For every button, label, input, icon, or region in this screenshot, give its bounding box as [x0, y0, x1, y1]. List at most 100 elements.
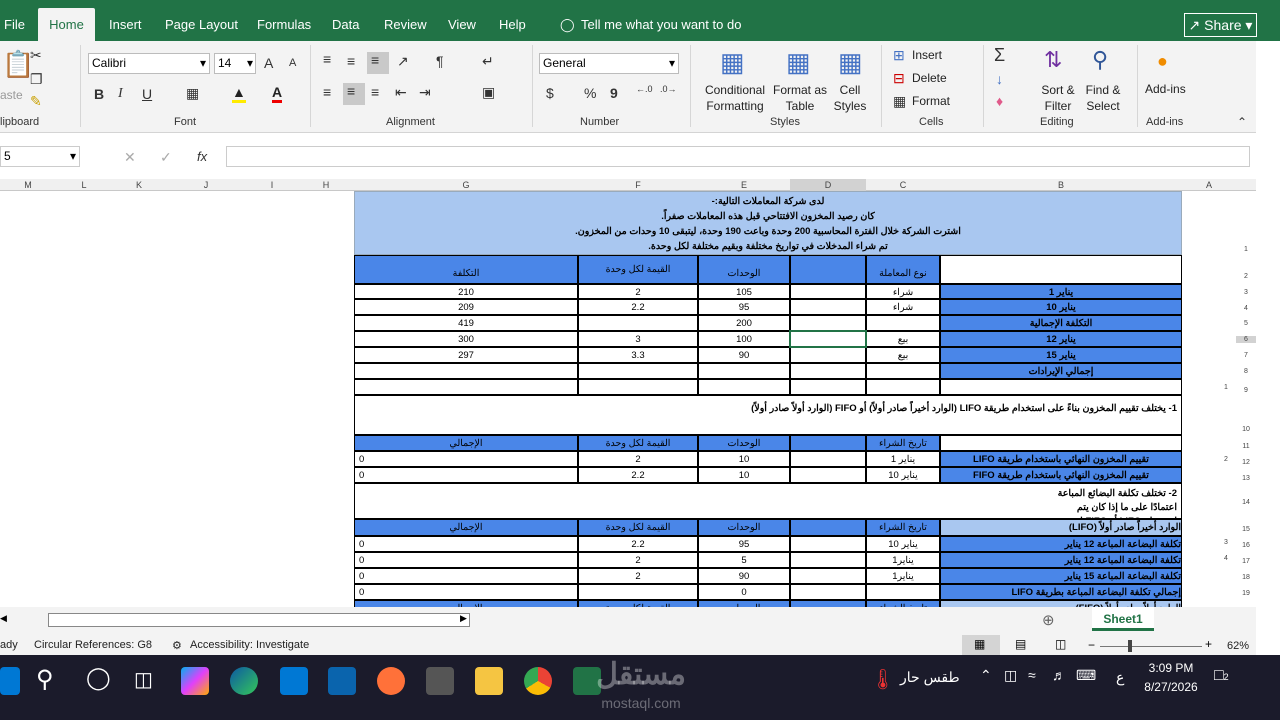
align-middle-icon[interactable]: ≡: [347, 53, 355, 69]
row-number[interactable]: 9: [1236, 387, 1256, 394]
column-header-c[interactable]: C: [866, 179, 940, 191]
row-number[interactable]: 14: [1236, 499, 1256, 506]
cost-value[interactable]: 297: [354, 347, 578, 363]
bold-button[interactable]: B: [94, 86, 104, 102]
table-cell[interactable]: [790, 284, 866, 299]
decrease-indent-icon[interactable]: ⇤: [395, 84, 407, 101]
insert-function-icon[interactable]: fx: [197, 149, 207, 164]
tab-formulas[interactable]: Formulas: [249, 8, 319, 41]
sheet-tab-sheet1[interactable]: Sheet1: [1092, 607, 1154, 631]
transaction-type[interactable]: شراء: [866, 284, 940, 299]
empty-cell[interactable]: [940, 379, 1182, 395]
formula-input[interactable]: [226, 146, 1250, 167]
header-empty[interactable]: [790, 600, 866, 607]
row-number[interactable]: 8: [1236, 368, 1256, 375]
underline-button[interactable]: U: [142, 86, 152, 102]
fill-color-icon[interactable]: ▲: [232, 84, 246, 103]
empty-cell[interactable]: [578, 379, 698, 395]
row-label[interactable]: تكلفة البضاعة المباعة 12 يناير: [940, 552, 1182, 568]
header-units[interactable]: الوحدات: [698, 255, 790, 284]
tab-review[interactable]: Review: [376, 8, 435, 41]
column-header-h[interactable]: H: [298, 179, 354, 191]
wifi-icon[interactable]: ≈: [1028, 667, 1036, 683]
row-label[interactable]: يناير 10: [940, 299, 1182, 315]
cortana-icon[interactable]: ◯: [86, 665, 111, 691]
total-value[interactable]: 0: [354, 451, 578, 467]
header-unit-value[interactable]: القيمة لكل وحدة: [578, 255, 698, 284]
header-cost[interactable]: التكلفة: [354, 255, 578, 284]
horizontal-scrollbar[interactable]: [48, 613, 470, 627]
unit-value[interactable]: 3.3: [578, 347, 698, 363]
clock[interactable]: 3:09 PM 8/27/2026: [1136, 661, 1206, 694]
outline-level-number[interactable]: 2: [1216, 456, 1236, 463]
purchase-date[interactable]: 1يناير: [866, 552, 940, 568]
total-value[interactable]: 0: [354, 584, 578, 600]
tab-data[interactable]: Data: [324, 8, 367, 41]
cancel-icon[interactable]: ✕: [124, 149, 136, 166]
unit-value[interactable]: 2.2: [578, 467, 698, 483]
status-accessibility[interactable]: Accessibility: Investigate: [190, 639, 309, 651]
header-units[interactable]: الوحدات: [698, 519, 790, 536]
header-total[interactable]: الإجمالي: [354, 600, 578, 607]
row-number[interactable]: 1: [1236, 246, 1256, 253]
row-number[interactable]: 17: [1236, 558, 1256, 565]
table-cell[interactable]: [790, 299, 866, 315]
selected-cell[interactable]: [789, 330, 867, 348]
cost-value[interactable]: 300: [354, 331, 578, 347]
search-icon[interactable]: ⚲: [36, 665, 54, 694]
unit-value[interactable]: [578, 315, 698, 331]
tab-help[interactable]: Help: [491, 8, 534, 41]
row-label[interactable]: التكلفة الإجمالية: [940, 315, 1182, 331]
currency-button[interactable]: $: [546, 85, 554, 101]
align-center-icon[interactable]: ≡: [343, 83, 365, 105]
row-label[interactable]: يناير 15: [940, 347, 1182, 363]
column-header-m[interactable]: M: [0, 179, 56, 191]
row-number[interactable]: 4: [1236, 305, 1256, 312]
unit-value[interactable]: 2.2: [578, 299, 698, 315]
decrease-decimal-icon[interactable]: .0→: [660, 84, 677, 94]
addins-icon[interactable]: ●: [1157, 51, 1168, 72]
edge-icon[interactable]: [230, 667, 258, 695]
outlook-icon[interactable]: [328, 667, 356, 695]
cell-styles-button[interactable]: Cell Styles: [828, 82, 872, 114]
addins-button[interactable]: Add-ins: [1145, 82, 1186, 96]
row-label[interactable]: يناير 1: [940, 284, 1182, 299]
header-empty[interactable]: [790, 435, 866, 451]
transaction-type[interactable]: [866, 315, 940, 331]
find-select-icon[interactable]: ⚲: [1092, 47, 1108, 73]
row-label[interactable]: إجمالي الإيرادات: [940, 363, 1182, 379]
page-layout-view-icon[interactable]: ▤: [1015, 637, 1026, 651]
conditional-formatting-icon[interactable]: ▦: [720, 47, 745, 78]
outline-level-number[interactable]: 3: [1216, 539, 1236, 546]
language-indicator[interactable]: ع: [1116, 669, 1124, 686]
column-header-i[interactable]: I: [246, 179, 298, 191]
insert-cells-button[interactable]: Insert: [912, 48, 942, 62]
weather-icon[interactable]: 🌡: [870, 667, 895, 692]
fifo-header[interactable]: الوارد أولاً صادر أولاً (FIFO): [940, 600, 1182, 607]
merge-center-icon[interactable]: ▣: [482, 84, 495, 101]
cost-value[interactable]: 210: [354, 284, 578, 299]
rtl-direction-icon[interactable]: ¶: [436, 53, 444, 69]
align-left-icon[interactable]: ≡: [323, 84, 331, 100]
table-cell[interactable]: [790, 552, 866, 568]
format-painter-icon[interactable]: ✎: [30, 93, 42, 110]
increase-indent-icon[interactable]: ⇥: [419, 84, 431, 101]
header-empty[interactable]: [790, 255, 866, 284]
transaction-type[interactable]: بيع: [866, 331, 940, 347]
align-top-icon[interactable]: ≡: [323, 51, 331, 67]
italic-button[interactable]: I: [118, 86, 123, 102]
purchase-date[interactable]: يناير 10: [866, 467, 940, 483]
cell-styles-icon[interactable]: ▦: [838, 47, 863, 78]
volume-icon[interactable]: ♬: [1052, 667, 1066, 683]
status-circular-references[interactable]: Circular References: G8: [34, 639, 152, 651]
autosum-icon[interactable]: Σ: [994, 45, 1005, 66]
weather-text[interactable]: طقس حار: [900, 669, 960, 686]
header-unit-value[interactable]: القيمة لكل وحدة: [578, 519, 698, 536]
header-total[interactable]: الإجمالي: [354, 435, 578, 451]
header-purchase-date[interactable]: تاريخ الشراء: [866, 435, 940, 451]
header-empty[interactable]: [940, 435, 1182, 451]
header-unit-value[interactable]: القيمة لكل وحدة: [578, 600, 698, 607]
purchase-date[interactable]: [866, 584, 940, 600]
column-header-e[interactable]: E: [698, 179, 790, 191]
table-cell[interactable]: [790, 363, 866, 379]
